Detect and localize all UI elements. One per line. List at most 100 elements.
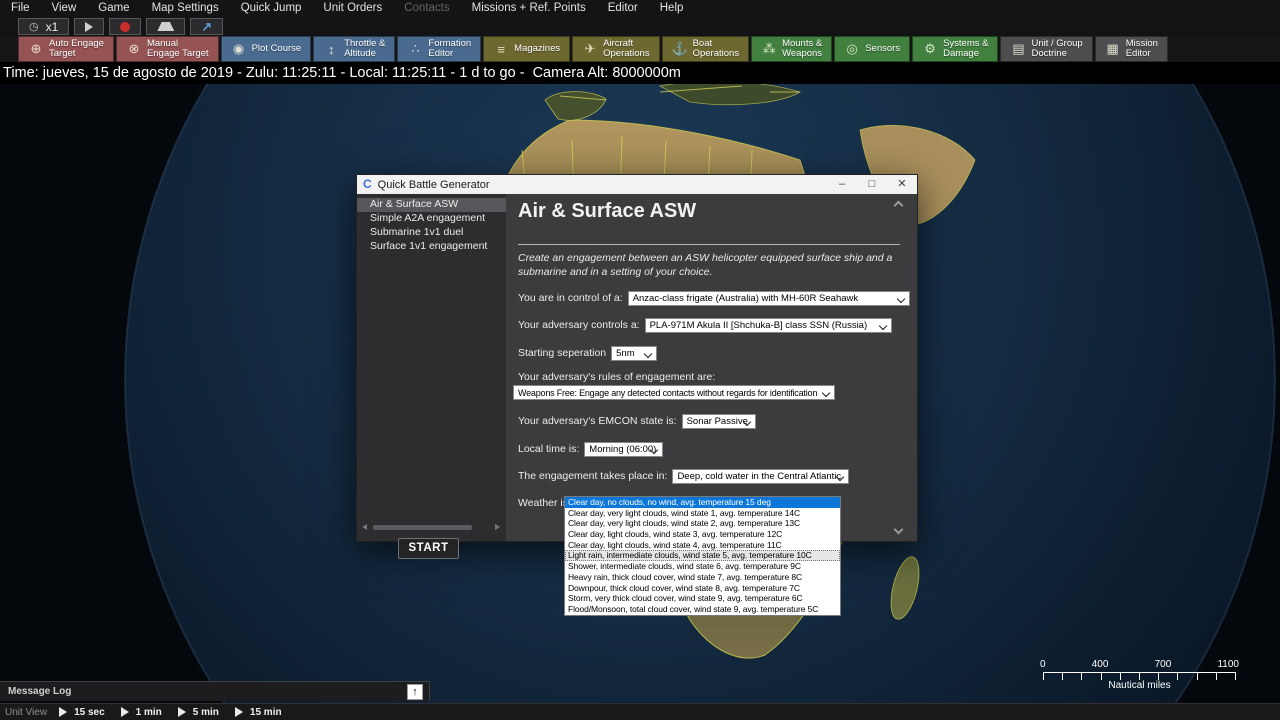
separation-label: Starting seperation [518, 347, 606, 359]
divider [518, 244, 900, 245]
ribbon-button[interactable]: ⚓ Boat Operations [662, 36, 749, 62]
start-button[interactable]: START [398, 538, 459, 559]
weather-option[interactable]: Flood/Monsoon, total cloud cover, wind s… [565, 604, 840, 615]
scenario-list-item[interactable]: Surface 1v1 engagement [357, 240, 506, 254]
separation-select[interactable]: 5nm [611, 346, 657, 361]
scenario-list-item[interactable]: Submarine 1v1 duel [357, 226, 506, 240]
ribbon-button[interactable]: ⊕ Auto Engage Target [18, 36, 114, 62]
play-step-icon [178, 707, 186, 717]
horizontal-scrollbar[interactable] [362, 523, 500, 532]
scenario-settings-panel: Air & Surface ASW Create an engagement b… [506, 194, 905, 541]
scenario-heading: Air & Surface ASW [518, 200, 696, 223]
time-step-label: 15 min [250, 707, 282, 718]
scale-tick-label: 0 [1040, 659, 1046, 670]
play-step-icon [235, 707, 243, 717]
scale-ruler [1043, 672, 1236, 680]
ribbon-button[interactable]: ⁂ Mounts & Weapons [751, 36, 832, 62]
ribbon-button[interactable]: ◎ Sensors [834, 36, 910, 62]
quick-controls-bar: ◷ x1 ↗ [0, 17, 1280, 36]
adversary-label: Your adversary controls a: [518, 319, 640, 331]
map-view-icon [157, 22, 174, 31]
local-time-select[interactable]: Morning (06:00) [584, 442, 663, 457]
ribbon-button[interactable]: ▦ Mission Editor [1095, 36, 1168, 62]
weather-option[interactable]: Storm, very thick cloud cover, wind stat… [565, 593, 840, 604]
weather-option[interactable]: Clear day, no clouds, no wind, avg. temp… [565, 497, 840, 508]
ribbon-button[interactable]: ✈ Aircraft Operations [572, 36, 659, 62]
ribbon-button-label2: Damage [943, 49, 988, 60]
play-icon [85, 22, 93, 32]
menu-item[interactable]: Editor [597, 0, 649, 17]
weather-option[interactable]: Shower, intermediate clouds, wind state … [565, 561, 840, 572]
emcon-label: Your adversary's EMCON state is: [518, 415, 677, 427]
playback-bar: Unit View 15 sec 1 min 5 min [0, 703, 1280, 720]
weather-option[interactable]: Light rain, intermediate clouds, wind st… [565, 550, 840, 561]
adversary-side-select[interactable]: PLA-971M Akula II [Shchuka-B] class SSN … [645, 318, 892, 333]
dialog-title-bar[interactable]: C Quick Battle Generator – □ ✕ [357, 175, 917, 194]
weather-option[interactable]: Clear day, light clouds, wind state 3, a… [565, 529, 840, 540]
scenario-list-item[interactable]: Air & Surface ASW [357, 198, 506, 212]
menu-item[interactable]: Help [649, 0, 695, 17]
time-step-button[interactable]: 5 min [178, 707, 235, 718]
scrollbar-thumb[interactable] [373, 525, 472, 530]
menu-item[interactable]: Game [87, 0, 140, 17]
scroll-down-icon[interactable] [894, 525, 904, 535]
menu-item[interactable]: Contacts [393, 0, 460, 17]
scroll-up-icon[interactable] [894, 201, 904, 211]
ribbon-button[interactable]: ⚙ Systems & Damage [912, 36, 998, 62]
minimize-button[interactable]: – [827, 175, 857, 194]
throttle-altitude-icon: ↕ [323, 42, 339, 57]
weather-option[interactable]: Heavy rain, thick cloud cover, wind stat… [565, 572, 840, 583]
message-log-bar[interactable]: Message Log ↑ [0, 681, 430, 701]
ribbon-button[interactable]: ⊗ Manual Engage Target [116, 36, 219, 62]
dialog-title: Quick Battle Generator [378, 179, 490, 191]
menu-item[interactable]: Quick Jump [230, 0, 313, 17]
play-button[interactable] [74, 18, 104, 35]
weather-dropdown-list: Clear day, no clouds, no wind, avg. temp… [564, 496, 841, 616]
menu-item[interactable]: Unit Orders [312, 0, 393, 17]
maximize-button[interactable]: □ [857, 175, 887, 194]
menu-item[interactable]: View [41, 0, 88, 17]
time-step-label: 15 sec [74, 707, 105, 718]
player-side-select[interactable]: Anzac-class frigate (Australia) with MH-… [628, 291, 910, 306]
time-step-button[interactable]: 15 sec [59, 707, 121, 718]
ribbon-button[interactable]: ↕ Throttle & Altitude [313, 36, 395, 62]
record-button[interactable] [109, 18, 141, 35]
ribbon-button[interactable]: ≡ Magazines [483, 36, 570, 62]
quick-jump-button[interactable]: ↗ [190, 18, 223, 35]
scenario-list-panel: Air & Surface ASW Simple A2A engagement … [357, 194, 506, 541]
emcon-select[interactable]: Sonar Passive [682, 414, 756, 429]
time-step-button[interactable]: 1 min [121, 707, 178, 718]
scale-tick-label: 400 [1092, 659, 1109, 670]
roe-select[interactable]: Weapons Free: Engage any detected contac… [513, 385, 835, 400]
scroll-left-icon[interactable] [362, 524, 367, 530]
map-view-button[interactable] [146, 18, 185, 35]
ribbon-button-label2: Engage Target [147, 49, 209, 60]
ribbon-button-label2: Editor [1126, 49, 1158, 60]
location-label: The engagement takes place in: [518, 470, 667, 482]
scenario-list-item[interactable]: Simple A2A engagement [357, 212, 506, 226]
weather-option[interactable]: Clear day, very light clouds, wind state… [565, 518, 840, 529]
menu-item[interactable]: Map Settings [141, 0, 230, 17]
close-button[interactable]: ✕ [887, 175, 917, 194]
time-step-button[interactable]: 15 min [235, 707, 298, 718]
ribbon-button[interactable]: ∴ Formation Editor [397, 36, 481, 62]
ribbon-button[interactable]: ◉ Plot Course [221, 36, 312, 62]
weather-option[interactable]: Downpour, thick cloud cover, wind state … [565, 583, 840, 594]
quick-battle-generator-window: C Quick Battle Generator – □ ✕ Air & Sur… [356, 174, 918, 542]
unit-group-doctrine-icon: ▤ [1010, 41, 1026, 57]
weather-option[interactable]: Clear day, very light clouds, wind state… [565, 508, 840, 519]
message-log-title: Message Log [0, 686, 71, 697]
jump-arrow-icon: ↗ [201, 19, 212, 35]
menu-item[interactable]: File [0, 0, 41, 17]
location-select[interactable]: Deep, cold water in the Central Atlantic [672, 469, 849, 484]
time-compression-control[interactable]: ◷ x1 [18, 18, 69, 35]
app-icon: C [363, 175, 372, 194]
speed-multiplier-label: x1 [46, 20, 59, 34]
weather-option[interactable]: Clear day, light clouds, wind state 4, a… [565, 540, 840, 551]
boat-operations-icon: ⚓ [672, 41, 688, 57]
plot-course-icon: ◉ [231, 41, 247, 57]
ribbon-button[interactable]: ▤ Unit / Group Doctrine [1000, 36, 1092, 62]
popout-arrow-icon[interactable]: ↑ [407, 684, 423, 700]
menu-item[interactable]: Missions + Ref. Points [461, 0, 597, 17]
scroll-right-icon[interactable] [495, 524, 500, 530]
